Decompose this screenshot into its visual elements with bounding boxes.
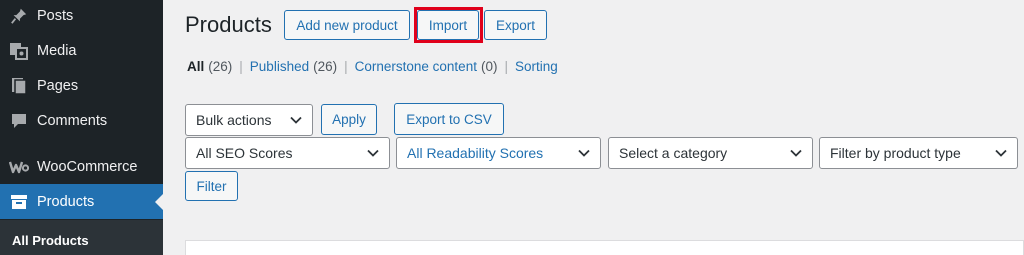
chevron-down-icon <box>578 149 590 157</box>
sidebar-item-woocommerce[interactable]: WooCommerce <box>0 149 163 184</box>
view-published[interactable]: Published <box>250 59 309 74</box>
product-type-select[interactable]: Filter by product type <box>819 137 1018 169</box>
sidebar-item-label: WooCommerce <box>37 158 138 175</box>
view-separator: | <box>504 59 508 74</box>
view-cornerstone-count: (0) <box>480 59 498 74</box>
sidebar-item-posts[interactable]: Posts <box>0 0 163 33</box>
sidebar-item-label: Comments <box>37 112 108 129</box>
bulk-actions-select[interactable]: Bulk actions <box>185 104 313 136</box>
view-sorting[interactable]: Sorting <box>515 59 558 74</box>
admin-sidebar: Posts Media Pages Comments WooCommerce P… <box>0 0 163 255</box>
export-button[interactable]: Export <box>484 10 547 40</box>
products-table <box>185 240 1024 255</box>
sidebar-item-comments[interactable]: Comments <box>0 103 163 138</box>
view-separator: | <box>344 59 348 74</box>
view-filters: All (26) | Published (26) | Cornerstone … <box>187 59 558 74</box>
sidebar-item-products[interactable]: Products <box>0 184 163 219</box>
apply-button[interactable]: Apply <box>321 104 377 135</box>
import-highlight-box <box>414 7 483 43</box>
product-type-value: Filter by product type <box>830 145 961 161</box>
sidebar-item-pages[interactable]: Pages <box>0 68 163 103</box>
sidebar-item-label: Posts <box>37 7 74 24</box>
chevron-down-icon <box>790 149 802 157</box>
sidebar-submenu: All Products <box>0 220 163 255</box>
chevron-down-icon <box>367 149 379 157</box>
view-cornerstone[interactable]: Cornerstone content <box>355 59 477 74</box>
pages-icon <box>9 76 29 96</box>
sidebar-item-media[interactable]: Media <box>0 33 163 68</box>
add-new-product-button[interactable]: Add new product <box>284 10 410 40</box>
view-all[interactable]: All <box>187 59 204 74</box>
sidebar-item-label: Media <box>37 42 77 59</box>
export-csv-button[interactable]: Export to CSV <box>394 103 504 135</box>
view-separator: | <box>239 59 243 74</box>
comment-icon <box>9 111 29 131</box>
archive-icon <box>9 192 29 212</box>
sidebar-item-label: Products <box>37 193 95 210</box>
seo-scores-select[interactable]: All SEO Scores <box>185 137 390 169</box>
category-select[interactable]: Select a category <box>608 137 813 169</box>
bulk-actions-value: Bulk actions <box>196 112 272 128</box>
woocommerce-icon <box>9 157 29 177</box>
sidebar-item-label: Pages <box>37 77 79 94</box>
view-all-count: (26) <box>208 59 233 74</box>
filter-button[interactable]: Filter <box>185 171 238 201</box>
readability-scores-select[interactable]: All Readability Scores <box>396 137 601 169</box>
pin-icon <box>9 6 29 26</box>
readability-scores-value: All Readability Scores <box>407 145 544 161</box>
seo-scores-value: All SEO Scores <box>196 145 293 161</box>
chevron-down-icon <box>290 116 302 124</box>
chevron-down-icon <box>995 149 1007 157</box>
category-value: Select a category <box>619 145 728 161</box>
view-published-count: (26) <box>313 59 338 74</box>
page-title: Products <box>185 12 272 37</box>
main-content: Products Add new product Import Export A… <box>163 0 1024 255</box>
submenu-item-all-products[interactable]: All Products <box>12 233 89 248</box>
media-icon <box>9 41 29 61</box>
